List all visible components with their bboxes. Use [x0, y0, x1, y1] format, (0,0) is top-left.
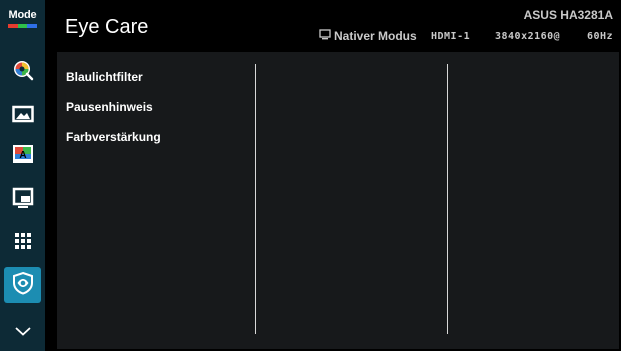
sidebar-item-input-select[interactable] [4, 182, 41, 218]
sidebar-item-color[interactable]: A [4, 138, 41, 174]
menu-item-pausenhinweis[interactable]: Pausenhinweis [66, 100, 161, 130]
sidebar-scroll-down[interactable] [4, 315, 41, 351]
resolution: 3840x2160@ [495, 31, 561, 42]
mode-status: Nativer Modus [319, 29, 417, 43]
eye-care-icon [11, 271, 35, 300]
column-divider-2 [447, 64, 448, 334]
menu-item-blaulichtfilter[interactable]: Blaulichtfilter [66, 70, 161, 100]
header: Eye Care ASUS HA3281A Nativer Modus HDMI… [45, 0, 621, 50]
mode-color-bar [8, 24, 38, 28]
main-area: Eye Care ASUS HA3281A Nativer Modus HDMI… [45, 0, 621, 351]
color-icon: A [12, 144, 34, 169]
svg-text:A: A [19, 150, 26, 161]
menu-item-farbverstaerkung[interactable]: Farbverstärkung [66, 130, 161, 160]
mode-bar-blue [27, 24, 38, 28]
sidebar-item-eye-care[interactable] [4, 267, 41, 303]
page-title: Eye Care [65, 16, 149, 38]
sidebar-item-image[interactable] [4, 98, 41, 134]
input-select-icon [12, 187, 34, 214]
refresh-rate: 60Hz [587, 31, 614, 42]
content-panel: Blaulichtfilter Pausenhinweis Farbverstä… [57, 52, 619, 349]
sidebar-item-splendid[interactable] [4, 54, 41, 90]
image-icon [11, 105, 34, 128]
mode-label: Mode [8, 9, 37, 21]
mode-bar-red [8, 24, 18, 28]
sidebar-item-system-setup[interactable] [4, 225, 41, 261]
monitor-osd: Mode A Eye Care ASUS HA3281A Nativer Mod… [0, 0, 621, 351]
mode-status-label: Nativer Modus [334, 29, 417, 43]
mode-bar-green [17, 24, 28, 28]
chevron-down-icon [14, 324, 32, 342]
column-divider-1 [255, 64, 256, 334]
menu-list: Blaulichtfilter Pausenhinweis Farbverstä… [66, 70, 161, 160]
model-name: ASUS HA3281A [523, 8, 613, 22]
monitor-icon [319, 29, 331, 43]
system-setup-icon [13, 231, 33, 256]
input-source: HDMI-1 [431, 31, 471, 42]
splendid-icon [11, 58, 35, 87]
sidebar: Mode A [0, 0, 45, 351]
